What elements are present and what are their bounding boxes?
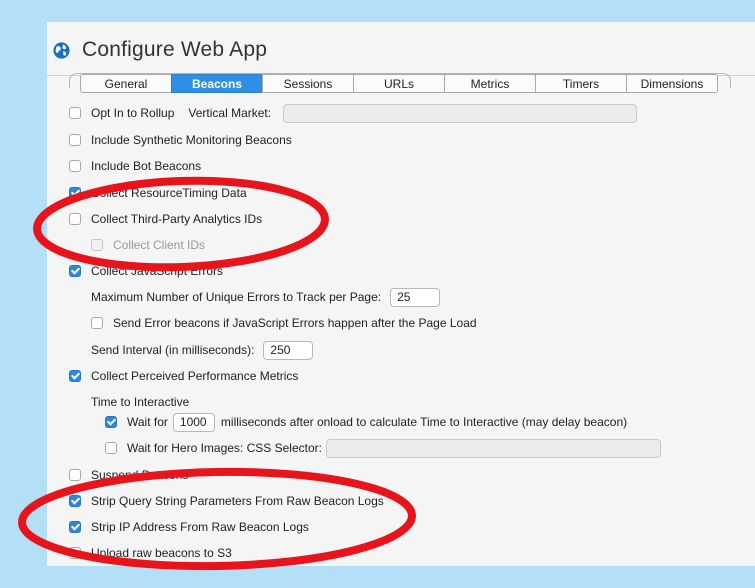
- tab-metrics[interactable]: Metrics: [444, 74, 535, 93]
- third-party-checkbox[interactable]: [69, 213, 81, 225]
- send-error-label: Send Error beacons if JavaScript Errors …: [113, 316, 477, 330]
- upload-s3-checkbox[interactable]: [69, 547, 81, 559]
- client-ids-checkbox[interactable]: [91, 239, 103, 251]
- perceived-label: Collect Perceived Performance Metrics: [91, 369, 299, 383]
- wait-for-input[interactable]: 1000: [172, 412, 215, 432]
- row-synthetic: Include Synthetic Monitoring Beacons: [69, 131, 292, 149]
- row-upload-s3: Upload raw beacons to S3: [69, 544, 232, 562]
- max-errors-label: Maximum Number of Unique Errors to Track…: [91, 290, 382, 304]
- dialog-header: Configure Web App: [53, 36, 267, 64]
- max-errors-input[interactable]: 25: [390, 287, 441, 307]
- configure-web-app-dialog: Configure Web App General Beacons Sessio…: [47, 22, 755, 566]
- third-party-label: Collect Third-Party Analytics IDs: [91, 212, 263, 226]
- tab-urls[interactable]: URLs: [353, 74, 444, 93]
- opt-in-rollup-checkbox[interactable]: [69, 107, 81, 119]
- strip-query-label: Strip Query String Parameters From Raw B…: [91, 494, 384, 508]
- row-opt-in-rollup: Opt In to Rollup Vertical Market:: [69, 103, 638, 123]
- bot-label: Include Bot Beacons: [91, 159, 202, 173]
- row-resource-timing: Collect ResourceTiming Data: [69, 184, 247, 202]
- strip-query-checkbox[interactable]: [69, 495, 81, 507]
- row-send-interval: Send Interval (in milliseconds): 250: [91, 340, 314, 360]
- tab-general[interactable]: General: [80, 74, 171, 93]
- tti-heading: Time to Interactive: [91, 393, 189, 411]
- wait-for-label: Wait for: [127, 415, 168, 429]
- suspend-label: Suspend Beacons: [91, 468, 189, 482]
- row-bot: Include Bot Beacons: [69, 157, 201, 175]
- wait-for-suffix: milliseconds after onload to calculate T…: [220, 415, 628, 429]
- vertical-market-select[interactable]: [283, 103, 638, 123]
- synthetic-label: Include Synthetic Monitoring Beacons: [91, 133, 292, 147]
- strip-ip-label: Strip IP Address From Raw Beacon Logs: [91, 520, 309, 534]
- row-max-errors: Maximum Number of Unique Errors to Track…: [91, 287, 441, 307]
- send-error-checkbox[interactable]: [91, 317, 103, 329]
- row-client-ids: Collect Client IDs: [91, 236, 205, 254]
- perceived-checkbox[interactable]: [69, 370, 81, 382]
- row-send-error: Send Error beacons if JavaScript Errors …: [91, 314, 477, 332]
- tab-bar: General Beacons Sessions URLs Metrics Ti…: [80, 74, 718, 93]
- tab-timers[interactable]: Timers: [535, 74, 626, 93]
- vertical-market-label: Vertical Market:: [188, 106, 272, 120]
- row-strip-query: Strip Query String Parameters From Raw B…: [69, 492, 384, 510]
- tti-heading-label: Time to Interactive: [91, 395, 190, 409]
- client-ids-label: Collect Client IDs: [113, 238, 206, 252]
- suspend-checkbox[interactable]: [69, 469, 81, 481]
- bot-checkbox[interactable]: [69, 160, 81, 172]
- row-suspend: Suspend Beacons: [69, 466, 188, 484]
- synthetic-checkbox[interactable]: [69, 134, 81, 146]
- row-strip-ip: Strip IP Address From Raw Beacon Logs: [69, 518, 309, 536]
- hero-images-checkbox[interactable]: [105, 442, 117, 454]
- tab-dimensions[interactable]: Dimensions: [626, 74, 718, 93]
- wait-for-checkbox[interactable]: [105, 416, 117, 428]
- row-hero-images: Wait for Hero Images: CSS Selector:: [105, 438, 661, 458]
- globe-icon: [53, 41, 70, 59]
- send-interval-input[interactable]: 250: [263, 340, 314, 360]
- row-third-party: Collect Third-Party Analytics IDs: [69, 210, 262, 228]
- js-errors-label: Collect JavaScript Errors: [91, 264, 224, 278]
- send-interval-label: Send Interval (in milliseconds):: [91, 343, 255, 357]
- tab-sessions[interactable]: Sessions: [262, 74, 353, 93]
- hero-images-label: Wait for Hero Images: CSS Selector:: [127, 441, 322, 455]
- opt-in-rollup-label: Opt In to Rollup: [91, 106, 175, 120]
- row-perceived: Collect Perceived Performance Metrics: [69, 367, 298, 385]
- page-title: Configure Web App: [82, 38, 268, 61]
- resource-timing-checkbox[interactable]: [69, 187, 81, 199]
- row-js-errors: Collect JavaScript Errors: [69, 262, 223, 280]
- strip-ip-checkbox[interactable]: [69, 521, 81, 533]
- row-wait-for: Wait for 1000 milliseconds after onload …: [105, 412, 627, 432]
- hero-images-input[interactable]: [325, 438, 661, 458]
- js-errors-checkbox[interactable]: [69, 265, 81, 277]
- tab-beacons[interactable]: Beacons: [171, 74, 262, 93]
- resource-timing-label: Collect ResourceTiming Data: [91, 186, 247, 200]
- upload-s3-label: Upload raw beacons to S3: [91, 546, 232, 560]
